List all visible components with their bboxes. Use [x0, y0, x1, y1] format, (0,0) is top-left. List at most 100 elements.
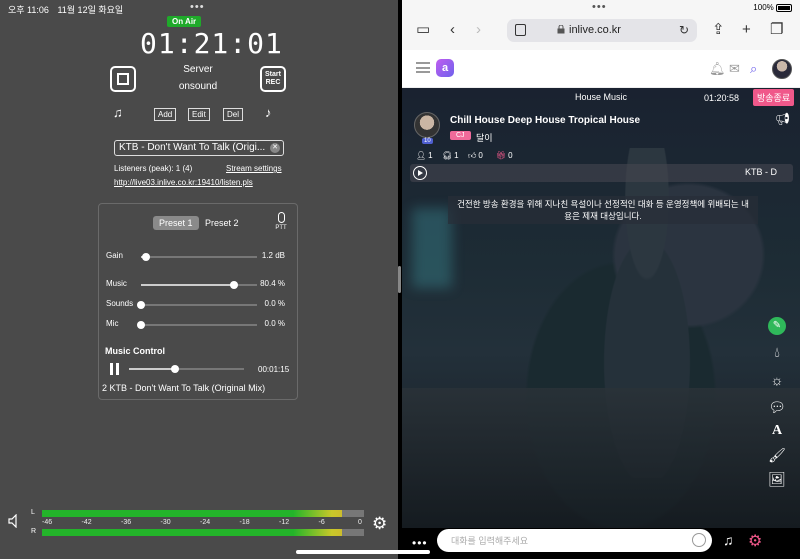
- music-file-icon[interactable]: ♪: [265, 105, 272, 120]
- gift-icon: 🎁︎: [496, 151, 507, 160]
- mixer-slider-knob[interactable]: [141, 253, 150, 261]
- mixer-label-music: Music: [106, 279, 127, 288]
- meter-scale-label: -46: [42, 519, 53, 526]
- page-menu-icon[interactable]: [515, 24, 526, 36]
- mixer-slider-knob[interactable]: [230, 281, 239, 289]
- stat-gifts: 🎁︎ 0: [496, 151, 513, 160]
- broadcast-timer: 01:21:01: [140, 27, 283, 60]
- mail-icon[interactable]: ✉: [729, 61, 740, 77]
- rec-label-2: REC: [265, 79, 281, 86]
- mixer-slider-music[interactable]: [141, 281, 257, 289]
- status-bar: 오후 11:06 11월 12일 화요일: [8, 3, 129, 16]
- server-value: onsound: [178, 81, 218, 92]
- server-label: Server: [183, 64, 213, 75]
- add-button[interactable]: Add: [154, 108, 177, 121]
- mixer-slider-knob[interactable]: [137, 321, 145, 329]
- site-header: a 🔔︎ ✉ ⌕: [402, 50, 800, 88]
- room-title: Chill House Deep House Tropical House: [450, 115, 641, 126]
- pencil-icon[interactable]: ✎: [768, 317, 786, 335]
- speaker-icon[interactable]: [8, 514, 20, 528]
- del-button[interactable]: Del: [223, 108, 244, 121]
- new-tab-icon[interactable]: +: [742, 22, 751, 37]
- share-icon[interactable]: ⇪: [712, 22, 725, 37]
- preset-2-tab[interactable]: Preset 2: [205, 218, 239, 228]
- meter-scale-label: -24: [200, 519, 211, 526]
- dj-avatar[interactable]: [414, 112, 440, 138]
- font-icon[interactable]: A: [768, 422, 786, 440]
- menu-icon[interactable]: [416, 62, 430, 73]
- stream-settings-link[interactable]: Stream settings: [226, 164, 282, 173]
- on-air-badge: On Air: [167, 16, 202, 27]
- background-glow: [412, 208, 452, 288]
- playlist-icon[interactable]: ♫: [113, 105, 123, 120]
- url-text: inlive.co.kr: [569, 24, 621, 36]
- person-icon: 👤︎: [416, 151, 427, 160]
- meter-scale-label: -36: [121, 519, 132, 526]
- battery-status: 100%: [753, 3, 792, 12]
- battery-icon: [776, 3, 792, 12]
- reload-icon[interactable]: ↻: [679, 23, 689, 37]
- chat-bubble-icon[interactable]: 💬︎: [768, 398, 786, 416]
- drop-icon[interactable]: 💧︎: [768, 343, 786, 361]
- browser-toolbar: ••• 100% ▭ ‹ › inlive.co.kr ↻ ⇪ + ❐: [402, 0, 800, 50]
- site-logo[interactable]: a: [436, 59, 454, 77]
- stop-button[interactable]: [110, 66, 136, 92]
- preset-1-tab[interactable]: Preset 1: [153, 216, 199, 230]
- end-broadcast-button[interactable]: 방송종료: [753, 89, 795, 106]
- clear-icon[interactable]: ✕: [270, 143, 280, 153]
- user-avatar[interactable]: [772, 59, 792, 79]
- edit-button[interactable]: Edit: [188, 108, 210, 121]
- forward-icon[interactable]: ›: [476, 22, 481, 37]
- microphone-icon: [277, 212, 285, 223]
- mixer-value-music: 80.4 %: [260, 279, 285, 288]
- mixer-slider-knob[interactable]: [137, 301, 145, 309]
- lock-icon: [557, 25, 565, 34]
- music-control-title: Music Control: [105, 346, 165, 356]
- music-progress-slider[interactable]: [129, 365, 244, 373]
- meter-left-bar: [42, 510, 364, 517]
- home-indicator: [296, 550, 430, 554]
- pause-icon[interactable]: [110, 363, 120, 375]
- headphones-icon: 🎧︎: [442, 151, 453, 160]
- gear-icon[interactable]: ⚙: [372, 515, 387, 532]
- ptt-button[interactable]: PTT: [273, 212, 289, 231]
- battery-percent: 100%: [753, 3, 774, 12]
- more-icon[interactable]: •••: [412, 536, 428, 550]
- stat-listeners: 👤︎ 1: [416, 151, 433, 160]
- ptt-label: PTT: [275, 225, 287, 231]
- genre-title: House Music: [574, 92, 628, 102]
- split-handle[interactable]: [398, 266, 401, 293]
- play-icon[interactable]: [413, 166, 427, 180]
- brush-icon[interactable]: 🖌︎: [768, 446, 786, 464]
- mixer-slider-gain[interactable]: [141, 253, 257, 261]
- settings-gear-icon[interactable]: ⚙: [748, 531, 762, 551]
- music-track-title: 2 KTB - Don't Want To Talk (Original Mix…: [102, 383, 266, 393]
- mixer-slider-sounds[interactable]: [137, 301, 257, 309]
- stop-icon: [117, 73, 129, 85]
- music-progress-knob[interactable]: [171, 365, 179, 373]
- sidebar-icon[interactable]: ▭: [416, 22, 430, 37]
- meter-scale-label: -18: [239, 519, 250, 526]
- image-icon[interactable]: 🖼︎: [768, 470, 786, 488]
- listen-url-link[interactable]: http://live03.inlive.co.kr:19410/listen.…: [114, 178, 253, 187]
- broadcast-stage: House Music 01:20:58 방송종료 10 Chill House…: [402, 88, 800, 528]
- chat-input[interactable]: [437, 529, 712, 552]
- mixer-slider-mic[interactable]: [137, 321, 257, 329]
- emoji-icon[interactable]: [692, 533, 706, 547]
- search-icon[interactable]: ⌕: [750, 61, 757, 77]
- meter-right-label: R: [31, 528, 37, 535]
- megaphone-icon[interactable]: 📢︎: [775, 112, 790, 126]
- multitask-dots-icon-right[interactable]: •••: [592, 2, 607, 13]
- browser-pane: ••• 100% ▭ ‹ › inlive.co.kr ↻ ⇪ + ❐ a 🔔︎…: [402, 0, 800, 559]
- bell-icon[interactable]: 🔔︎: [709, 61, 726, 77]
- music-note-icon[interactable]: ♫: [723, 532, 734, 548]
- start-rec-button[interactable]: Start REC: [260, 66, 286, 92]
- tabs-icon[interactable]: ❐: [770, 22, 783, 37]
- brightness-icon[interactable]: ☼: [768, 371, 786, 389]
- back-icon[interactable]: ‹: [450, 22, 455, 37]
- address-bar[interactable]: inlive.co.kr ↻: [507, 19, 697, 42]
- multitask-dots-icon[interactable]: •••: [190, 2, 205, 13]
- current-track-field[interactable]: KTB - Don't Want To Talk (Origi... ✕: [114, 140, 284, 156]
- meter-left-label: L: [31, 509, 35, 516]
- stat-listeners-value: 1: [428, 151, 433, 160]
